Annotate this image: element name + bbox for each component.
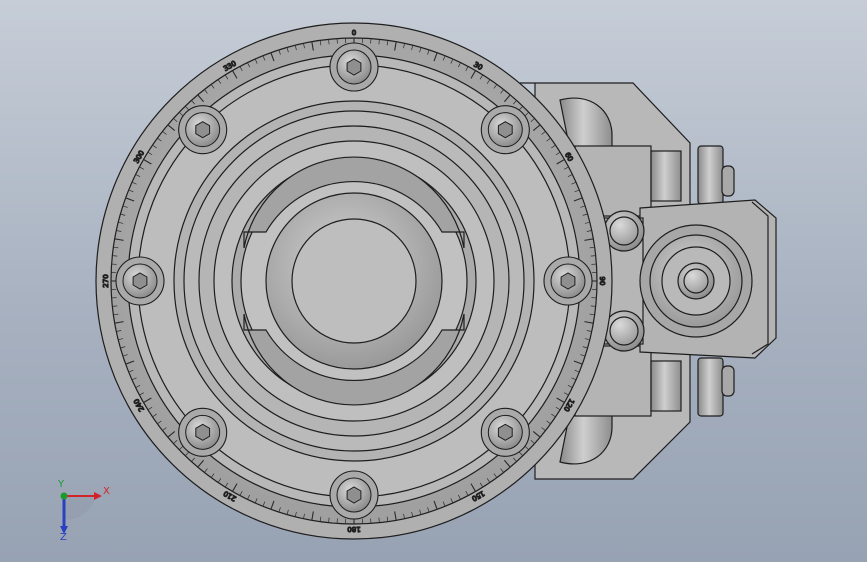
triad-x-label: X [103, 486, 110, 497]
triad-shadow-arc [64, 496, 96, 521]
orientation-triad[interactable] [0, 0, 867, 562]
cad-viewport[interactable]: 0 30 60 90 120 150 180 210 240 270 300 330 X Y Z [0, 0, 867, 562]
triad-y-label: Y [58, 479, 65, 490]
triad-z-label: Z [60, 532, 67, 543]
triad-y-axis [60, 492, 68, 500]
triad-x-arrowhead [94, 492, 102, 500]
